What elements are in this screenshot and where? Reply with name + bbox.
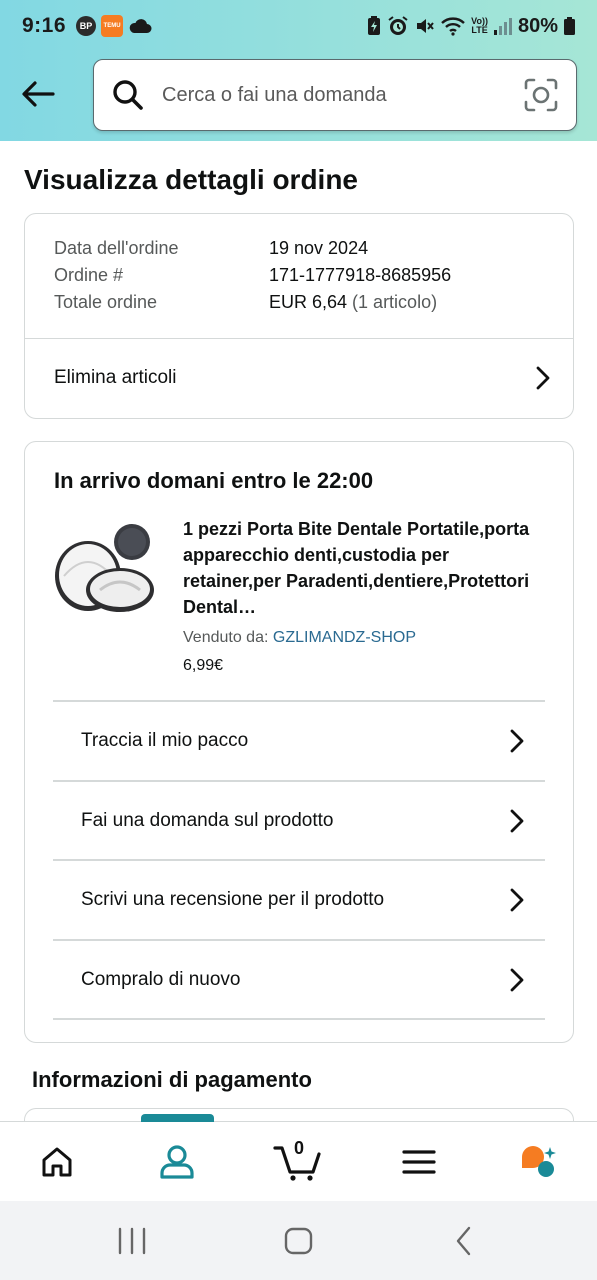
alarm-icon: [388, 16, 408, 35]
delete-items-label: Elimina articoli: [54, 367, 177, 388]
bottom-navigation: 0: [0, 1114, 597, 1201]
buy-again-label: Compralo di nuovo: [81, 969, 241, 990]
chevron-right-icon: [536, 366, 550, 390]
delete-items-row[interactable]: Elimina articoli: [54, 338, 552, 418]
sold-by-label: Venduto da:: [183, 629, 269, 646]
wifi-icon: [441, 17, 465, 36]
camera-lens-icon[interactable]: [524, 78, 558, 112]
buy-again-row[interactable]: Compralo di nuovo: [81, 941, 526, 1019]
ask-question-row[interactable]: Fai una domanda sul prodotto: [81, 782, 526, 860]
order-item-count: (1 articolo): [352, 292, 438, 312]
page-title: Visualizza dettagli ordine: [24, 164, 359, 195]
chevron-right-icon: [510, 888, 524, 912]
order-date-value: 19 nov 2024: [269, 238, 369, 258]
order-number-label: Ordine #: [54, 265, 124, 285]
order-total-value: EUR 6,64: [269, 292, 348, 312]
ask-question-label: Fai una domanda sul prodotto: [81, 810, 334, 831]
track-package-label: Traccia il mio pacco: [81, 730, 249, 751]
chevron-right-icon: [510, 809, 524, 833]
battery-saver-icon: [368, 16, 381, 35]
shipment-card: In arrivo domani entro le 22:00 1 pezzi …: [24, 441, 574, 1043]
nav-home[interactable]: [35, 1140, 79, 1184]
order-date-row: Data dell'ordine 19 nov 2024: [54, 238, 368, 259]
home-button-icon[interactable]: [283, 1225, 315, 1257]
back-button[interactable]: [18, 74, 58, 114]
write-review-label: Scrivi una recensione per il prodotto: [81, 889, 385, 910]
status-time: 9:16: [22, 14, 67, 37]
product-title[interactable]: 1 pezzi Porta Bite Dentale Portatile,por…: [183, 516, 548, 620]
order-total-row: Totale ordine EUR 6,64 (1 articolo): [54, 292, 437, 313]
seller-link[interactable]: GZLIMANDZ-SHOP: [273, 629, 416, 646]
status-bar: 9:16 BP TEMU Vo)) LTE 80%: [0, 0, 597, 52]
chevron-right-icon: [510, 968, 524, 992]
order-total-label: Totale ordine: [54, 292, 158, 312]
recent-apps-icon[interactable]: [117, 1225, 147, 1257]
cart-count: 0: [294, 1138, 305, 1158]
chevron-right-icon: [510, 729, 524, 753]
battery-icon: [564, 17, 575, 35]
sold-by-line: Venduto da: GZLIMANDZ-SHOP: [183, 629, 416, 647]
menu-icon: [402, 1150, 436, 1174]
system-navigation-bar: [0, 1201, 597, 1280]
home-icon: [42, 1147, 72, 1177]
nav-account[interactable]: [155, 1140, 199, 1184]
divider: [53, 1018, 545, 1020]
nav-menu[interactable]: [397, 1140, 441, 1184]
product-image[interactable]: [52, 518, 158, 618]
account-icon: [160, 1145, 194, 1179]
search-placeholder: Cerca o fai una domanda: [162, 83, 387, 106]
mute-icon: [417, 19, 434, 33]
bp-app-icon: BP: [76, 16, 97, 36]
search-input[interactable]: Cerca o fai una domanda: [93, 59, 577, 131]
product-price: 6,99€: [183, 657, 224, 674]
battery-percentage: 80%: [517, 14, 558, 37]
search-icon: [113, 80, 143, 110]
ai-assistant-icon: [522, 1146, 556, 1177]
write-review-row[interactable]: Scrivi una recensione per il prodotto: [81, 861, 526, 939]
volte-icon: Vo)) LTE: [471, 16, 488, 35]
system-back-icon[interactable]: [453, 1225, 477, 1257]
order-summary-card: Data dell'ordine 19 nov 2024 Ordine # 17…: [24, 213, 574, 419]
search-header: Cerca o fai una domanda: [0, 52, 597, 141]
track-package-row[interactable]: Traccia il mio pacco: [81, 702, 526, 780]
active-tab-indicator: [141, 1114, 214, 1122]
order-number-value: 171-1777918-8685956: [269, 265, 452, 285]
back-arrow-icon: [22, 81, 55, 107]
temu-app-icon: TEMU: [101, 15, 124, 37]
nav-ai-assistant[interactable]: [515, 1140, 559, 1184]
nav-cart[interactable]: 0: [272, 1138, 322, 1184]
order-number-row: Ordine # 171-1777918-8685956: [54, 265, 451, 286]
cloud-icon: [129, 19, 152, 33]
signal-icon: [493, 18, 512, 35]
payment-section-title: Informazioni di pagamento: [32, 1067, 312, 1092]
order-date-label: Data dell'ordine: [54, 238, 179, 258]
delivery-status: In arrivo domani entro le 22:00: [54, 468, 374, 493]
